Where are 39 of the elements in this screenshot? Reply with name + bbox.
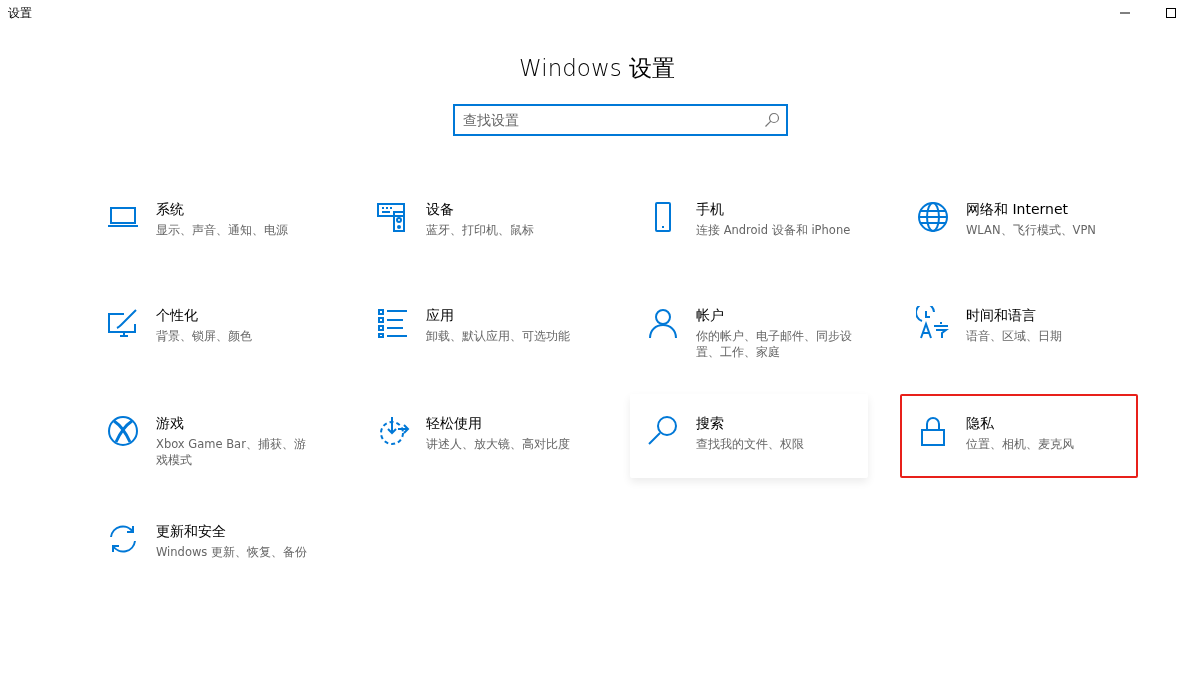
tile-title: 时间和语言 — [966, 306, 1037, 324]
tile-title: 应用 — [426, 306, 455, 324]
tile-title: 个性化 — [156, 306, 199, 324]
settings-tile[interactable]: 搜索 查找我的文件、权限 — [630, 394, 868, 478]
tile-description: Xbox Game Bar、捕获、游戏模式 — [156, 436, 307, 468]
tile-description: 位置、相机、麦克风 — [966, 436, 1075, 452]
tile-description: Windows 更新、恢复、备份 — [156, 544, 308, 560]
tile-description: 你的帐户、电子邮件、同步设置、工作、家庭 — [696, 328, 853, 360]
tile-title: 搜索 — [696, 414, 725, 432]
settings-tile[interactable]: 隐私 位置、相机、麦克风 — [900, 394, 1138, 478]
clock-letter-icon — [916, 306, 950, 340]
tile-title: 设备 — [426, 200, 455, 218]
tile-description: 语音、区域、日期 — [966, 328, 1063, 344]
tile-title: 轻松使用 — [426, 414, 483, 432]
tile-description: 背景、锁屏、颜色 — [156, 328, 253, 344]
page-heading: Windows 设置 — [519, 54, 675, 83]
tile-title: 手机 — [696, 200, 725, 218]
globe-icon — [916, 200, 950, 234]
tile-title: 帐户 — [696, 306, 725, 324]
monitor-brush-icon — [106, 306, 140, 340]
tile-description: 讲述人、放大镜、高对比度 — [426, 436, 571, 452]
tile-description: 查找我的文件、权限 — [696, 436, 805, 452]
xbox-icon — [106, 414, 140, 448]
window-title: 设置 — [8, 4, 32, 22]
tile-title: 更新和安全 — [156, 522, 227, 540]
tile-description: 连接 Android 设备和 iPhone — [696, 222, 852, 238]
list-icon — [376, 306, 410, 340]
tile-description: 显示、声音、通知、电源 — [156, 222, 289, 238]
tile-description: WLAN、飞行模式、VPN — [966, 222, 1097, 238]
tile-title: 系统 — [156, 200, 185, 218]
search-icon — [763, 112, 780, 128]
tile-title: 隐私 — [966, 414, 995, 432]
tile-title: 游戏 — [156, 414, 185, 432]
tile-description: 蓝牙、打印机、鼠标 — [426, 222, 535, 238]
person-icon — [646, 306, 680, 340]
maximize-icon — [1166, 8, 1176, 18]
tile-description: 卸载、默认应用、可选功能 — [426, 328, 571, 344]
search-field[interactable]: 查找设置 — [452, 104, 788, 136]
tile-title: 网络和 Internet — [966, 200, 1070, 218]
